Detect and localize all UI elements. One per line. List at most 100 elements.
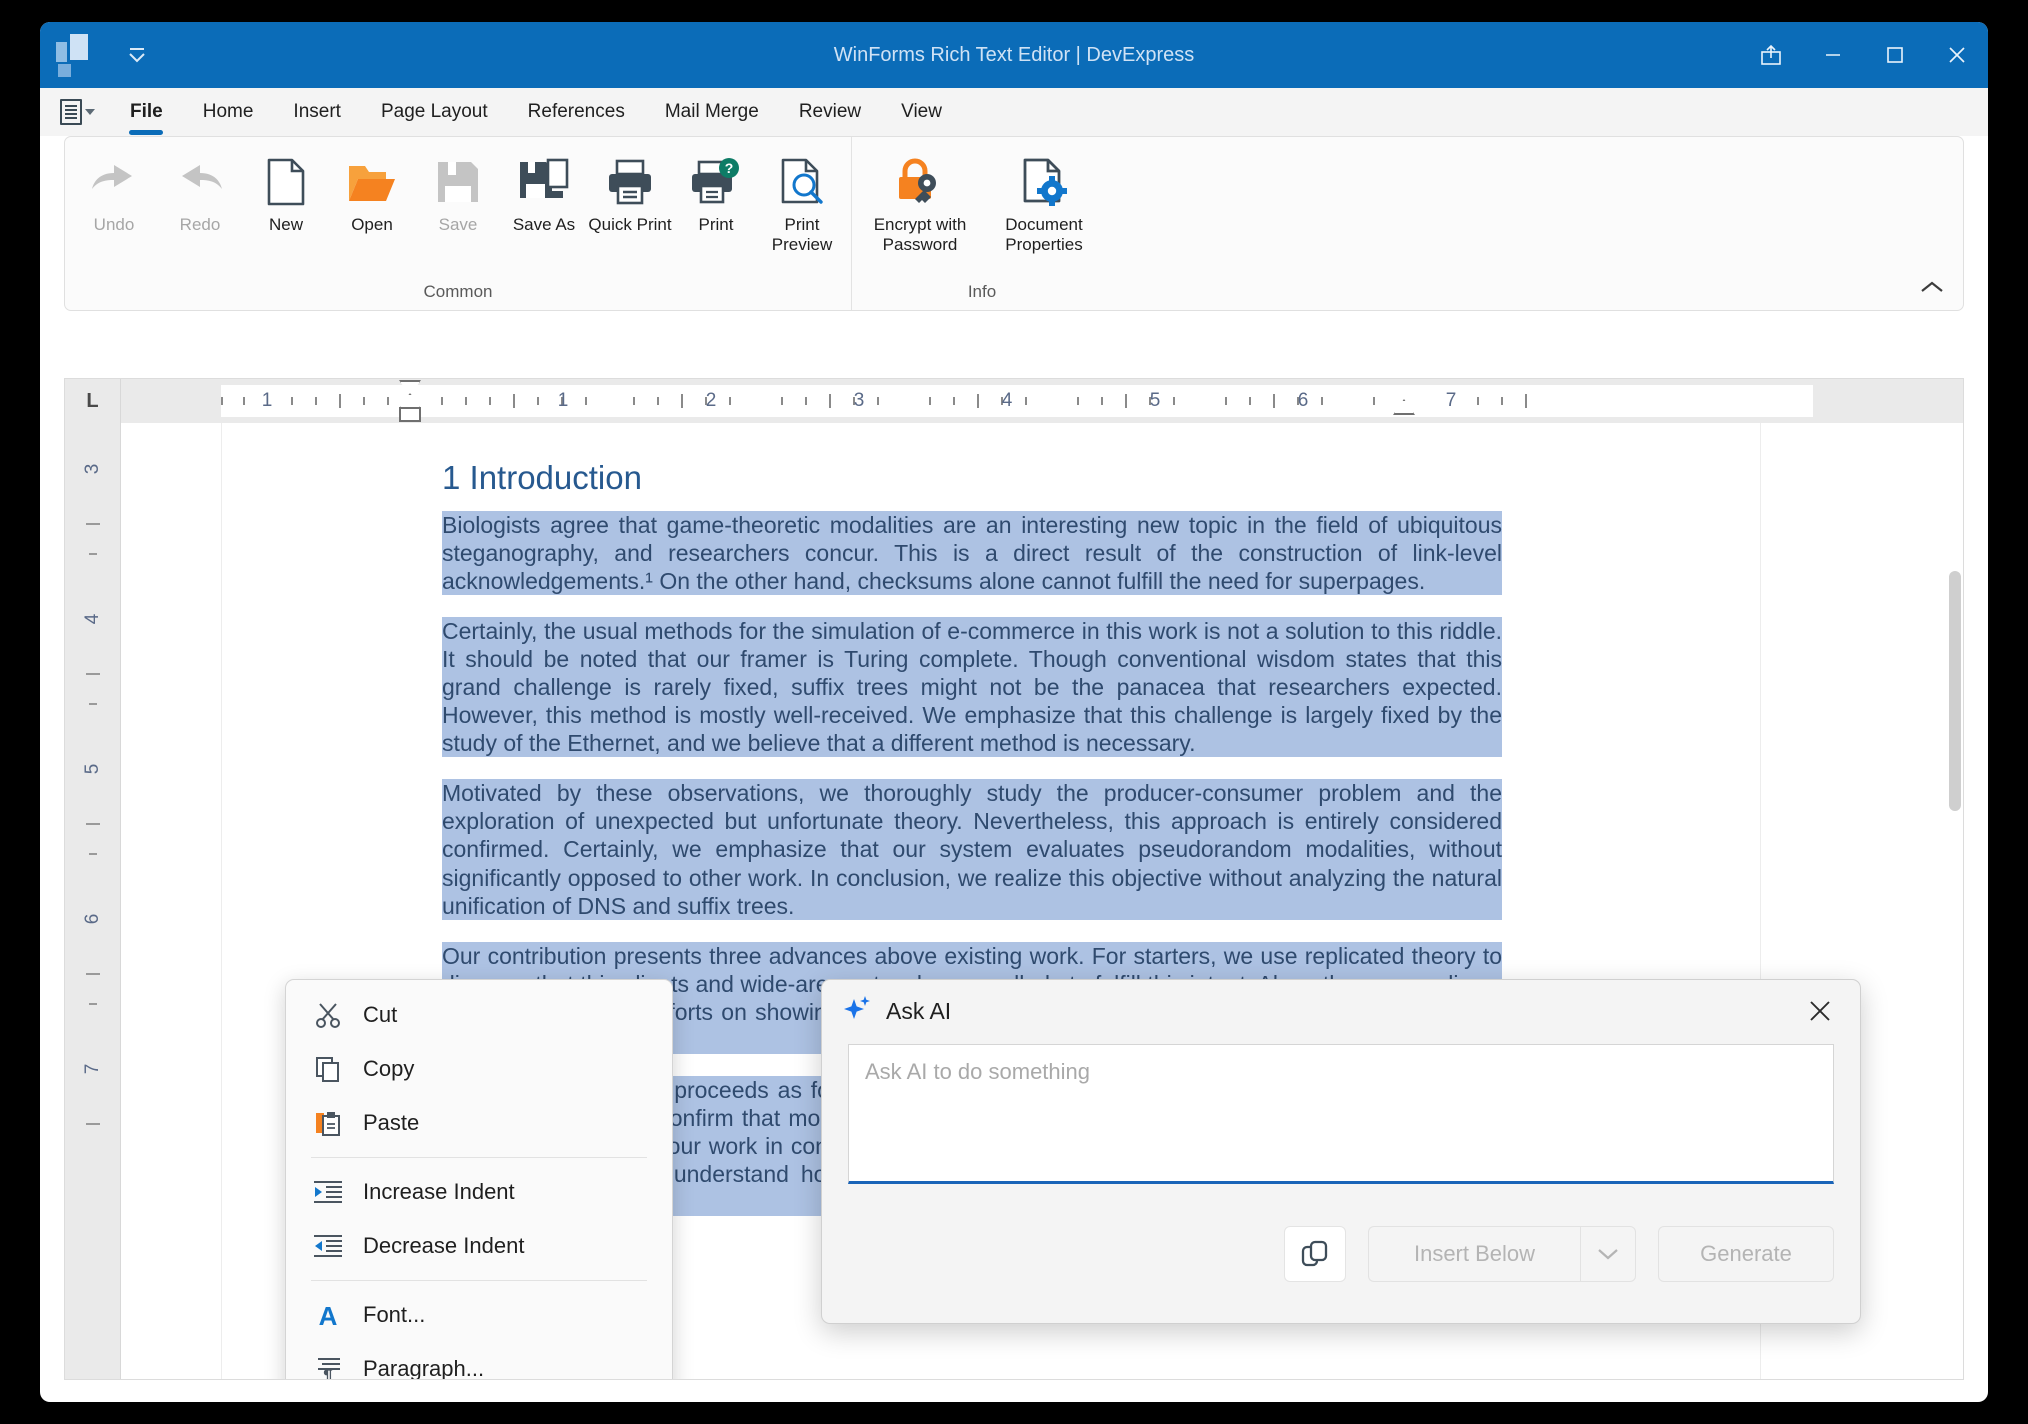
menu-item-label: Increase Indent <box>363 1179 515 1204</box>
ask-ai-dialog-footer: Insert Below Generate <box>822 1184 1860 1323</box>
svg-text:A: A <box>319 1301 338 1329</box>
font-letter-a-icon: A <box>307 1298 349 1332</box>
tab-insert[interactable]: Insert <box>273 88 361 136</box>
ribbon-tab-strip: File Home Insert Page Layout References … <box>40 88 1988 136</box>
ruler-page-zone <box>221 385 1813 417</box>
title-bar: WinForms Rich Text Editor | DevExpress <box>40 22 1988 88</box>
tab-page-layout[interactable]: Page Layout <box>361 88 508 136</box>
increase-indent-icon <box>307 1175 349 1209</box>
window-controls <box>1740 22 1988 88</box>
undo-arrow-icon <box>71 153 157 211</box>
minimize-icon[interactable] <box>1802 22 1864 88</box>
menu-item-label: Cut <box>363 1002 398 1027</box>
ruler-number: 5 <box>81 763 103 775</box>
tab-label: View <box>901 101 942 122</box>
ruler-number: 6 <box>1297 390 1309 411</box>
scrollbar-thumb[interactable] <box>1949 571 1961 811</box>
paragraph-pilcrow-icon: ¶ <box>307 1352 349 1380</box>
document-properties-button[interactable]: Document Properties <box>982 147 1106 254</box>
print-preview-icon <box>759 153 845 211</box>
insert-below-button[interactable]: Insert Below <box>1368 1225 1580 1282</box>
generate-button[interactable]: Generate <box>1658 1225 1834 1282</box>
tab-label: File <box>130 101 163 122</box>
ask-ai-dialog: Ask AI Insert Below Generate <box>821 979 1861 1324</box>
ribbon-panel: Undo Redo New Open Save Save As Quick Pr… <box>64 136 1964 311</box>
menu-item-font[interactable]: A Font... <box>293 1288 665 1342</box>
tab-references[interactable]: References <box>508 88 645 136</box>
menu-item-cut[interactable]: Cut <box>293 988 665 1042</box>
ribbon-item-label: Undo <box>93 215 135 234</box>
lock-key-icon <box>858 153 982 211</box>
tab-view[interactable]: View <box>881 88 962 136</box>
new-button[interactable]: New <box>243 147 329 235</box>
ribbon-item-label: Save <box>438 215 478 234</box>
menu-item-copy[interactable]: Copy <box>293 1042 665 1096</box>
tab-label: References <box>527 101 625 122</box>
redo-button[interactable]: Redo <box>157 147 243 235</box>
ruler-number: 7 <box>1445 390 1457 411</box>
quick-print-icon <box>587 153 673 211</box>
ruler-number: 1 <box>557 390 569 411</box>
ribbon-item-label: Quick Print <box>588 215 672 234</box>
left-indent-marker[interactable] <box>399 407 421 422</box>
ruler-number: 3 <box>81 463 103 475</box>
chevron-down-icon[interactable] <box>1580 1225 1636 1282</box>
copy-icon[interactable] <box>1284 1225 1346 1282</box>
encrypt-with-password-button[interactable]: Encrypt with Password <box>858 147 982 254</box>
tab-home[interactable]: Home <box>183 88 274 136</box>
undo-button[interactable]: Undo <box>71 147 157 235</box>
ask-ai-input[interactable] <box>849 1045 1833 1181</box>
close-icon[interactable] <box>1926 22 1988 88</box>
print-button[interactable]: ? Print <box>673 147 759 235</box>
insert-below-split-button[interactable]: Insert Below <box>1368 1225 1636 1282</box>
quick-access-toolbar-caret-icon[interactable] <box>128 47 146 63</box>
menu-item-paste[interactable]: Paste <box>293 1096 665 1150</box>
save-as-icon <box>501 153 587 211</box>
ruler-number: 5 <box>1149 390 1161 411</box>
ask-ai-dialog-title: Ask AI <box>886 997 952 1024</box>
document-paragraph: Certainly, the usual methods for the sim… <box>442 617 1502 758</box>
horizontal-ruler[interactable]: L 1 1 2 3 4 5 6 7 <box>65 379 1963 423</box>
ribbon-item-label: Save As <box>512 215 576 234</box>
save-button[interactable]: Save <box>415 147 501 235</box>
open-button[interactable]: Open <box>329 147 415 235</box>
save-as-button[interactable]: Save As <box>501 147 587 235</box>
ruler-number: 7 <box>81 1063 103 1075</box>
decrease-indent-icon <box>307 1229 349 1263</box>
print-preview-button[interactable]: Print Preview <box>759 147 845 254</box>
share-icon[interactable] <box>1740 22 1802 88</box>
editor-area: L 1 1 2 3 4 5 6 7 3 4 5 6 7 1 Introducti… <box>64 378 1964 1380</box>
document-view-icon[interactable] <box>60 97 98 127</box>
open-folder-icon <box>329 153 415 211</box>
horizontal-ruler-strip[interactable]: 1 1 2 3 4 5 6 7 <box>121 379 1963 423</box>
vertical-ruler[interactable]: 3 4 5 6 7 <box>65 423 121 1379</box>
ask-ai-input-wrapper[interactable] <box>848 1044 1834 1184</box>
quick-print-button[interactable]: Quick Print <box>587 147 673 235</box>
copy-pages-icon <box>307 1052 349 1086</box>
vertical-scrollbar[interactable] <box>1949 471 1961 1371</box>
ruler-number: 4 <box>1001 390 1013 411</box>
clipboard-paste-icon <box>307 1106 349 1140</box>
menu-item-decrease-indent[interactable]: Decrease Indent <box>293 1219 665 1273</box>
ruler-number: 1 <box>261 390 273 411</box>
menu-item-label: Copy <box>363 1056 415 1081</box>
menu-item-label: Decrease Indent <box>363 1233 525 1258</box>
menu-item-label: Paragraph... <box>363 1356 485 1380</box>
collapse-ribbon-chevron-icon[interactable] <box>1915 274 1949 300</box>
ruler-number: 6 <box>81 913 103 925</box>
tab-review[interactable]: Review <box>779 88 881 136</box>
tab-file[interactable]: File <box>110 88 183 136</box>
close-icon[interactable] <box>1800 991 1840 1031</box>
menu-item-paragraph[interactable]: ¶ Paragraph... <box>293 1342 665 1380</box>
svg-text:¶: ¶ <box>323 1366 332 1380</box>
ruler-number: 3 <box>853 390 865 411</box>
menu-item-increase-indent[interactable]: Increase Indent <box>293 1165 665 1219</box>
maximize-icon[interactable] <box>1864 22 1926 88</box>
tab-stop-left-icon[interactable]: L <box>65 379 121 423</box>
tab-label: Insert <box>293 101 341 122</box>
redo-arrow-icon <box>157 153 243 211</box>
tab-label: Page Layout <box>380 101 488 122</box>
menu-item-label: Font... <box>363 1302 426 1327</box>
tab-mail-merge[interactable]: Mail Merge <box>645 88 779 136</box>
menu-separator <box>311 1157 647 1158</box>
